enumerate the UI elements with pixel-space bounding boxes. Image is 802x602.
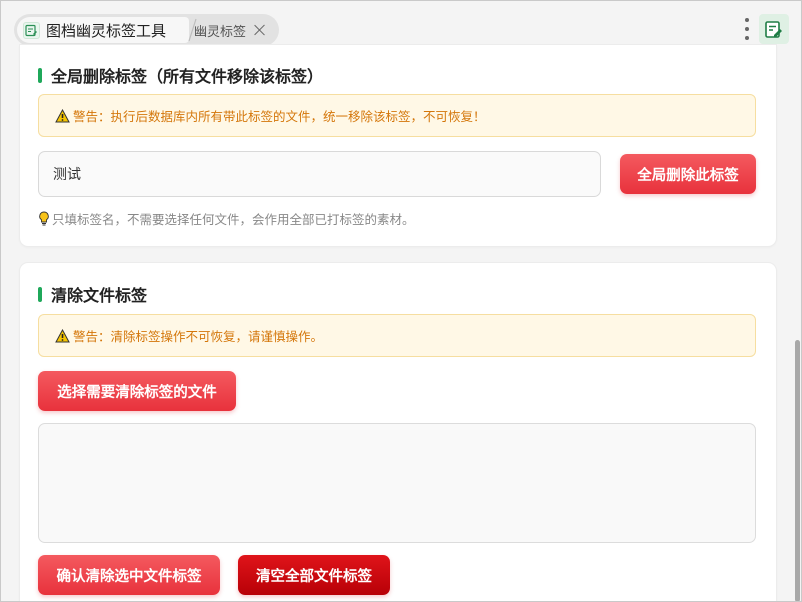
clear-file-tags-title: 清除文件标签 [51,286,148,305]
tab-ghost-tag-tool[interactable]: 图档幽灵标签工具 [17,17,189,43]
hint-text: 只填标签名，不需要选择任何文件，会作用全部已打标签的素材。 [52,212,415,227]
tab-ghost-tag[interactable]: 幽灵标签 [194,17,276,43]
lightbulb-icon [38,211,50,226]
clear-all-tags-button[interactable]: 清空全部文件标签 [238,555,390,595]
warning-icon [55,108,70,123]
clear-file-tags-card: 清除文件标签 警告：清除标签操作不可恢复，请谨慎操作。 选择需要清除标签的文件 … [20,263,776,601]
global-delete-title: 全局删除标签（所有文件移除该标签） [51,67,324,86]
scrollbar[interactable] [793,57,801,601]
app-icon [23,21,40,39]
selected-files-area[interactable] [38,423,756,543]
app-window: 图档幽灵标签工具 幽灵标签 全局删除标签（所有文件移除该标签） 警告：执行后数据… [0,0,802,602]
more-menu-icon[interactable] [741,16,753,42]
clear-file-tags-warning: 警告：清除标签操作不可恢复，请谨慎操作。 [38,314,756,357]
confirm-clear-button[interactable]: 确认清除选中文件标签 [38,555,220,595]
warning-text: 警告：执行后数据库内所有带此标签的文件，统一移除该标签，不可恢复！ [73,109,486,124]
tab-strip: 图档幽灵标签工具 幽灵标签 [14,14,279,46]
select-files-button[interactable]: 选择需要清除标签的文件 [38,371,236,411]
scrollbar-thumb[interactable] [795,340,800,601]
warning-icon [55,328,70,343]
global-delete-button[interactable]: 全局删除此标签 [620,154,756,194]
tag-name-input[interactable] [38,151,601,197]
section-title: 清除文件标签 [38,282,147,306]
section-title: 全局删除标签（所有文件移除该标签） [38,63,323,87]
close-icon[interactable] [254,24,266,36]
accent-bar [38,67,42,83]
plugin-icon[interactable] [759,14,789,44]
tab-label: 图档幽灵标签工具 [46,21,167,40]
global-delete-card: 全局删除标签（所有文件移除该标签） 警告：执行后数据库内所有带此标签的文件，统一… [20,45,776,246]
tab-label: 幽灵标签 [194,24,247,40]
global-delete-hint: 只填标签名，不需要选择任何文件，会作用全部已打标签的素材。 [38,209,415,228]
accent-bar [38,286,42,302]
warning-text: 警告：清除标签操作不可恢复，请谨慎操作。 [73,329,324,344]
global-delete-warning: 警告：执行后数据库内所有带此标签的文件，统一移除该标签，不可恢复！ [38,94,756,137]
